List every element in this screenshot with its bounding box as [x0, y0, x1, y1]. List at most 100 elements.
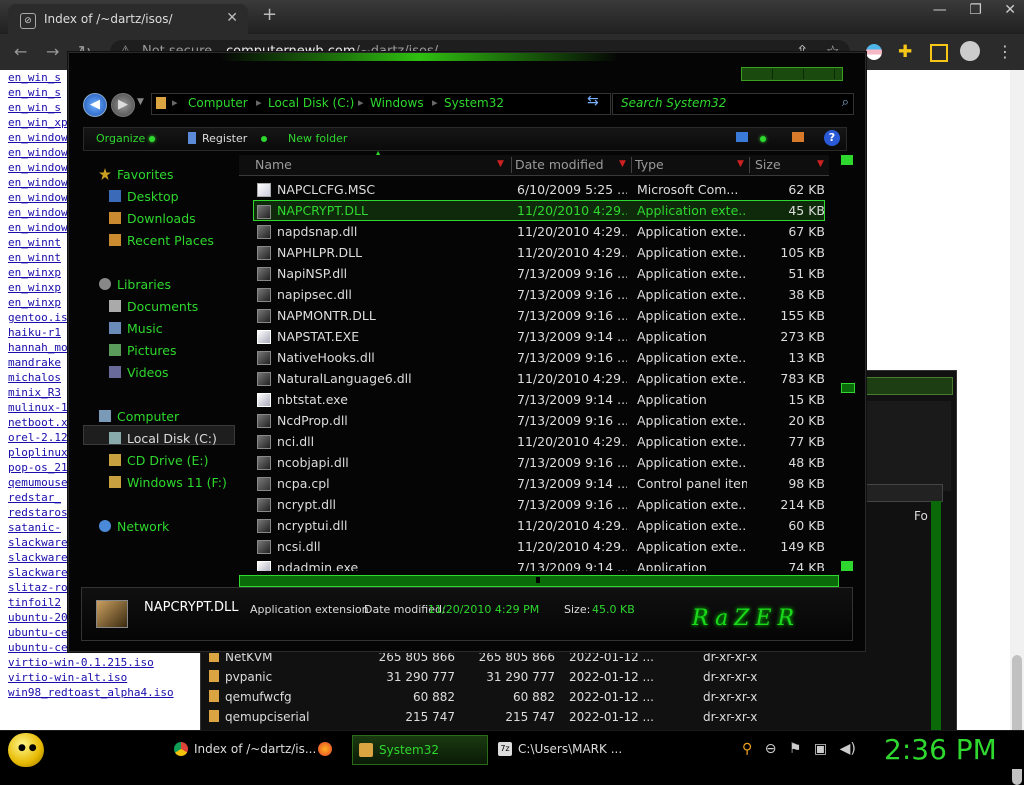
- breadcrumb-local-disk[interactable]: Local Disk (C:): [268, 96, 354, 110]
- extension-flag-icon[interactable]: [866, 44, 882, 60]
- file-row[interactable]: NcdProp.dll 7/13/2009 9:16 ... Application…: [239, 410, 833, 431]
- column-divider[interactable]: [511, 157, 512, 173]
- volume-icon[interactable]: ◀): [840, 741, 856, 757]
- column-type[interactable]: Type: [635, 157, 664, 172]
- nav-cd-drive[interactable]: CD Drive (E:): [109, 453, 209, 468]
- taskbar-chrome-button[interactable]: Index of /~dartz/is...: [168, 735, 316, 763]
- profile-avatar-icon[interactable]: [960, 41, 980, 61]
- column-date-dropdown-icon[interactable]: ▼: [619, 159, 626, 169]
- network-tray-icon[interactable]: ▣: [814, 741, 827, 757]
- breadcrumb-windows[interactable]: Windows: [370, 96, 424, 110]
- nav-music[interactable]: Music: [109, 321, 163, 336]
- file-row[interactable]: napdsnap.dll 11/20/2010 4:29... Applicatio…: [239, 221, 833, 242]
- refresh-icon[interactable]: ⇆: [587, 93, 599, 109]
- breadcrumb-separator[interactable]: ▸: [256, 96, 262, 109]
- back-button[interactable]: ◀: [83, 93, 107, 117]
- file-row[interactable]: NAPHLPR.DLL 11/20/2010 4:29... Application…: [239, 242, 833, 263]
- nav-downloads[interactable]: Downloads: [109, 211, 196, 226]
- file-row[interactable]: ncsi.dll 11/20/2010 4:29... Application ex…: [239, 536, 833, 557]
- taskbar-firefox-button[interactable]: [312, 735, 348, 763]
- scrollbar-grip[interactable]: [536, 577, 540, 583]
- search-icon[interactable]: ⚲: [742, 741, 752, 757]
- nav-pictures[interactable]: Pictures: [109, 343, 177, 358]
- column-divider[interactable]: [749, 157, 750, 173]
- file-row[interactable]: NativeHooks.dll 7/13/2009 9:16 ... Applica…: [239, 347, 833, 368]
- forward-button[interactable]: ▶: [111, 93, 135, 117]
- flag-icon[interactable]: ⚑: [789, 741, 802, 757]
- file-row[interactable]: ncpa.cpl 7/13/2009 9:14 ... Control panel …: [239, 473, 833, 494]
- page-scrollbar[interactable]: [1010, 70, 1024, 785]
- maximize-button[interactable]: ❐: [969, 2, 982, 18]
- back-arrow-icon[interactable]: ←: [14, 42, 27, 61]
- horizontal-scrollbar[interactable]: [239, 575, 839, 587]
- column-type-dropdown-icon[interactable]: ▼: [737, 159, 744, 169]
- file-row[interactable]: NAPCLCFG.MSC 6/10/2009 5:25 ... Microsoft …: [239, 179, 833, 200]
- scroll-down-button[interactable]: [841, 561, 853, 571]
- menu-kebab-icon[interactable]: ⋮: [997, 42, 1013, 61]
- caption-buttons[interactable]: [741, 67, 843, 81]
- nav-videos[interactable]: Videos: [109, 365, 169, 380]
- explorer-address-bar[interactable]: ▸ Computer ▸ Local Disk (C:) ▸ Windows ▸…: [151, 93, 662, 115]
- breadcrumb-separator[interactable]: ▸: [432, 96, 438, 109]
- nav-computer[interactable]: Computer: [99, 409, 179, 424]
- nav-windows11[interactable]: Windows 11 (F:): [109, 475, 227, 490]
- taskbar-clock[interactable]: 2:36 PM: [884, 733, 997, 766]
- scroll-up-button[interactable]: [841, 155, 853, 165]
- organize-button[interactable]: Organize: [96, 132, 156, 145]
- file-row[interactable]: nci.dll 11/20/2010 4:29... Application ext…: [239, 431, 833, 452]
- column-name[interactable]: Name: [255, 157, 292, 172]
- search-input[interactable]: Search System32 ⌕: [612, 93, 854, 115]
- nav-desktop[interactable]: Desktop: [109, 189, 179, 204]
- start-button[interactable]: ● ●: [8, 733, 44, 767]
- column-size[interactable]: Size: [755, 157, 781, 172]
- file-row[interactable]: NAPSTAT.EXE 7/13/2009 9:14 ... Application…: [239, 326, 833, 347]
- file-row[interactable]: NAPMONTR.DLL 7/13/2009 9:16 ... Applicatio…: [239, 305, 833, 326]
- file-row[interactable]: napipsec.dll 7/13/2009 9:16 ... Applicatio…: [239, 284, 833, 305]
- nav-network[interactable]: Network: [99, 519, 169, 534]
- search-icon[interactable]: ⌕: [842, 95, 849, 110]
- file-row[interactable]: ndadmin.exe 7/13/2009 9:14 ... Application…: [239, 557, 833, 571]
- file-row[interactable]: ncryptui.dll 11/20/2010 4:29... Applicatio…: [239, 515, 833, 536]
- file-row[interactable]: NapiNSP.dll 7/13/2009 9:16 ... Application…: [239, 263, 833, 284]
- bg-dropdown[interactable]: [861, 484, 943, 502]
- new-tab-button[interactable]: +: [262, 4, 277, 25]
- preview-pane-icon[interactable]: [792, 132, 804, 142]
- file-row[interactable]: ncrypt.dll 7/13/2009 9:16 ... Application …: [239, 494, 833, 515]
- close-button[interactable]: ✕: [1004, 2, 1016, 18]
- taskbar-7zip-button[interactable]: 7z C:\Users\MARK ...: [492, 735, 630, 763]
- column-size-dropdown-icon[interactable]: ▼: [817, 159, 824, 169]
- nav-recent-places[interactable]: Recent Places: [109, 233, 214, 248]
- bg-file-row[interactable]: qemupciserial 215 747 215 747 2022-01-12 ..…: [201, 707, 761, 727]
- file-row[interactable]: NaturalLanguage6.dll 11/20/2010 4:29... Ap…: [239, 368, 833, 389]
- column-name-dropdown-icon[interactable]: ▼: [497, 159, 504, 169]
- file-row[interactable]: nbtstat.exe 7/13/2009 9:14 ... Application…: [239, 389, 833, 410]
- scrollbar-thumb[interactable]: [841, 383, 855, 393]
- breadcrumb-separator[interactable]: ▸: [172, 96, 178, 109]
- nav-favorites[interactable]: Favorites: [99, 167, 173, 182]
- column-date[interactable]: Date modified: [515, 157, 604, 172]
- minimize-button[interactable]: —: [933, 2, 947, 18]
- bg-file-row[interactable]: pvpanic 31 290 777 31 290 777 2022-01-12 ..…: [201, 667, 761, 687]
- extensions-puzzle-icon[interactable]: ✚: [898, 42, 912, 62]
- change-view-icon[interactable]: [736, 132, 748, 142]
- breadcrumb-system32[interactable]: System32: [444, 96, 504, 110]
- bg-scrollbar[interactable]: [931, 501, 941, 731]
- nav-local-disk[interactable]: Local Disk (C:): [109, 431, 217, 446]
- view-dropdown[interactable]: [756, 132, 766, 145]
- help-button[interactable]: ?: [824, 130, 840, 146]
- breadcrumb-separator[interactable]: ▸: [358, 96, 364, 109]
- minus-circle-icon[interactable]: ⊖: [765, 741, 777, 757]
- new-folder-button[interactable]: New folder: [288, 132, 347, 145]
- tab-close-icon[interactable]: ✕: [226, 10, 238, 26]
- file-row[interactable]: ncobjapi.dll 7/13/2009 9:16 ... Applicatio…: [239, 452, 833, 473]
- column-divider[interactable]: [631, 157, 632, 173]
- breadcrumb-computer[interactable]: Computer: [188, 96, 248, 110]
- file-row[interactable]: NAPCRYPT.DLL 11/20/2010 4:29... Applicatio…: [253, 200, 825, 221]
- register-button[interactable]: Register: [202, 132, 268, 145]
- bg-file-row[interactable]: qemufwcfg 60 882 60 882 2022-01-12 ... dr-xr…: [201, 687, 761, 707]
- taskbar-explorer-button[interactable]: System32: [352, 735, 488, 765]
- forward-arrow-icon[interactable]: →: [46, 42, 59, 61]
- nav-libraries[interactable]: Libraries: [99, 277, 171, 292]
- browser-tab[interactable]: ⊘ Index of /~dartz/isos/ ✕: [8, 4, 248, 34]
- file-list-scrollbar[interactable]: [841, 155, 855, 573]
